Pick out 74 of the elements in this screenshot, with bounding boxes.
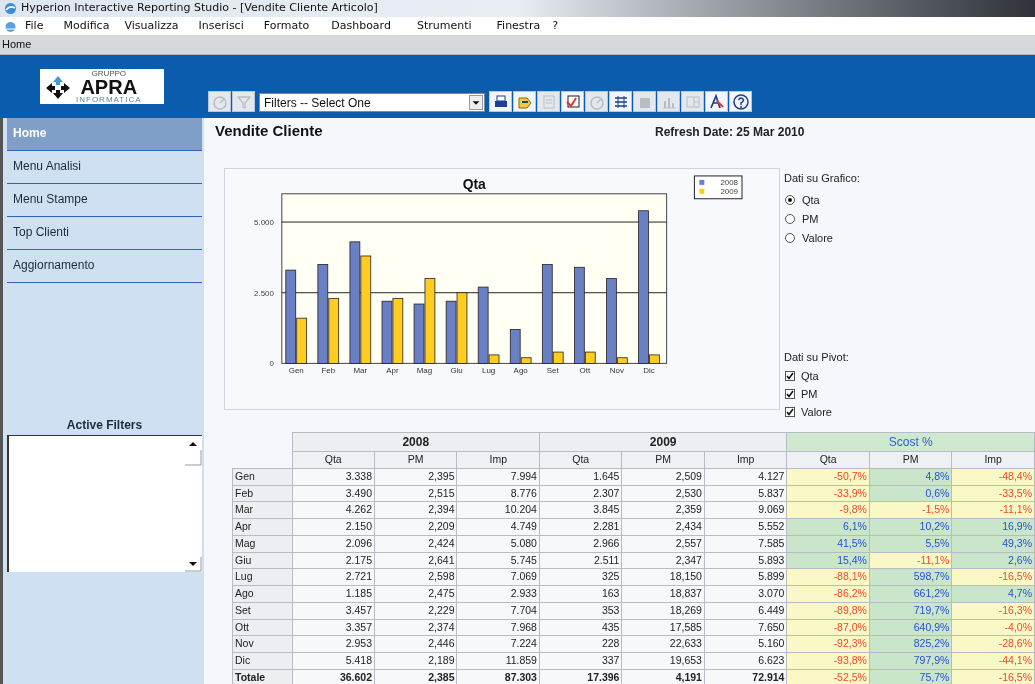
group-header: Scost % — [786, 432, 1035, 452]
x-tick-label: Giu — [450, 366, 463, 376]
check-icon — [563, 92, 582, 111]
breadcrumb[interactable]: Home — [2, 36, 32, 53]
radio-option[interactable]: PM — [784, 209, 860, 229]
radio-button[interactable] — [785, 195, 795, 205]
x-tick-label: Gen — [288, 366, 304, 376]
bar — [413, 303, 425, 364]
x-tick-label: Set — [546, 366, 559, 376]
chart-options-title: Dati su Grafico: — [784, 171, 860, 186]
row-header: Gen — [232, 468, 292, 485]
legend-label: 2008 — [720, 177, 739, 187]
legend-label: 2009 — [720, 186, 739, 196]
toolbar-button[interactable] — [705, 91, 728, 112]
logo-subtitle: INFORMATICA — [76, 95, 142, 104]
x-tick-label: Apr — [386, 366, 399, 376]
checkbox[interactable] — [785, 371, 795, 381]
menu-item[interactable]: Dashboard — [331, 17, 391, 35]
y-tick-label: 2.500 — [254, 288, 274, 298]
radio-option[interactable]: Valore — [784, 228, 860, 248]
x-tick-label: Feb — [321, 366, 336, 376]
filters-dropdown[interactable]: Filters -- Select One — [259, 93, 485, 112]
menu-item[interactable]: Finestra — [496, 17, 541, 35]
refresh-date: Refresh Date: 25 Mar 2010 — [655, 124, 805, 141]
x-tick-label: Dic — [643, 366, 655, 376]
x-tick-label: Mag — [416, 366, 433, 376]
x-tick-label: Lug — [482, 366, 496, 376]
group-header: 2009 — [539, 432, 787, 452]
app-icon — [4, 2, 17, 15]
sidebar-item[interactable]: Aggiornamento — [7, 250, 202, 283]
radio-button[interactable] — [785, 233, 795, 243]
chart-title: Qta — [462, 175, 486, 192]
active-filters-title: Active Filters — [65, 417, 144, 434]
toolbar-button[interactable] — [609, 91, 632, 112]
page-title: Vendite Cliente — [215, 121, 324, 141]
chart-legend — [693, 175, 743, 200]
sidebar-item[interactable]: Menu Analisi — [7, 151, 202, 184]
toolbar-button[interactable] — [513, 91, 536, 112]
menu-item[interactable]: Inserisci — [198, 17, 244, 35]
sidebar-item[interactable]: Menu Stampe — [7, 184, 202, 217]
x-tick-label: Nov — [609, 366, 624, 376]
bar — [381, 300, 393, 364]
checkbox[interactable] — [785, 407, 795, 417]
bar — [392, 297, 404, 364]
group-header: 2008 — [292, 432, 540, 452]
window-title: Hyperion Interactive Reporting Studio - [Vendite Cliente Articolo] — [21, 0, 378, 17]
x-tick-label: Ott — [579, 366, 591, 376]
menu-item[interactable]: Visualizza — [124, 17, 179, 35]
sidebar-item[interactable]: Top Clienti — [7, 217, 202, 250]
menu-item[interactable]: Strumenti — [416, 17, 472, 35]
menu-item[interactable]: ? — [552, 17, 559, 35]
pivot-options-title: Dati su Pivot: — [784, 349, 850, 365]
scroll-down-icon[interactable] — [184, 556, 202, 572]
logo-name: APRA — [80, 77, 138, 96]
checkbox-option[interactable]: Qta — [784, 367, 860, 385]
y-tick-label: 0 — [269, 359, 274, 369]
help-button[interactable] — [729, 91, 752, 112]
bar — [445, 300, 457, 364]
help-icon — [731, 92, 750, 111]
checkbox-option[interactable]: PM — [784, 385, 860, 403]
menu-item[interactable]: File — [25, 17, 44, 35]
x-tick-label: Ago — [513, 366, 528, 376]
radio-button[interactable] — [785, 214, 795, 224]
menu-item[interactable]: Modifica — [63, 17, 110, 35]
menu-item[interactable]: Formato — [263, 17, 310, 35]
y-tick-label: 5.000 — [254, 218, 274, 228]
checkbox-option[interactable]: Valore — [784, 403, 860, 421]
logo-group-text: GRUPPO — [91, 69, 127, 78]
toolbar-button[interactable] — [561, 91, 584, 112]
toolbar-button[interactable] — [489, 91, 512, 112]
font-icon — [707, 92, 726, 111]
x-tick-label: Mar — [353, 366, 368, 376]
checkbox[interactable] — [785, 389, 795, 399]
radio-option[interactable]: Qta — [784, 190, 860, 210]
